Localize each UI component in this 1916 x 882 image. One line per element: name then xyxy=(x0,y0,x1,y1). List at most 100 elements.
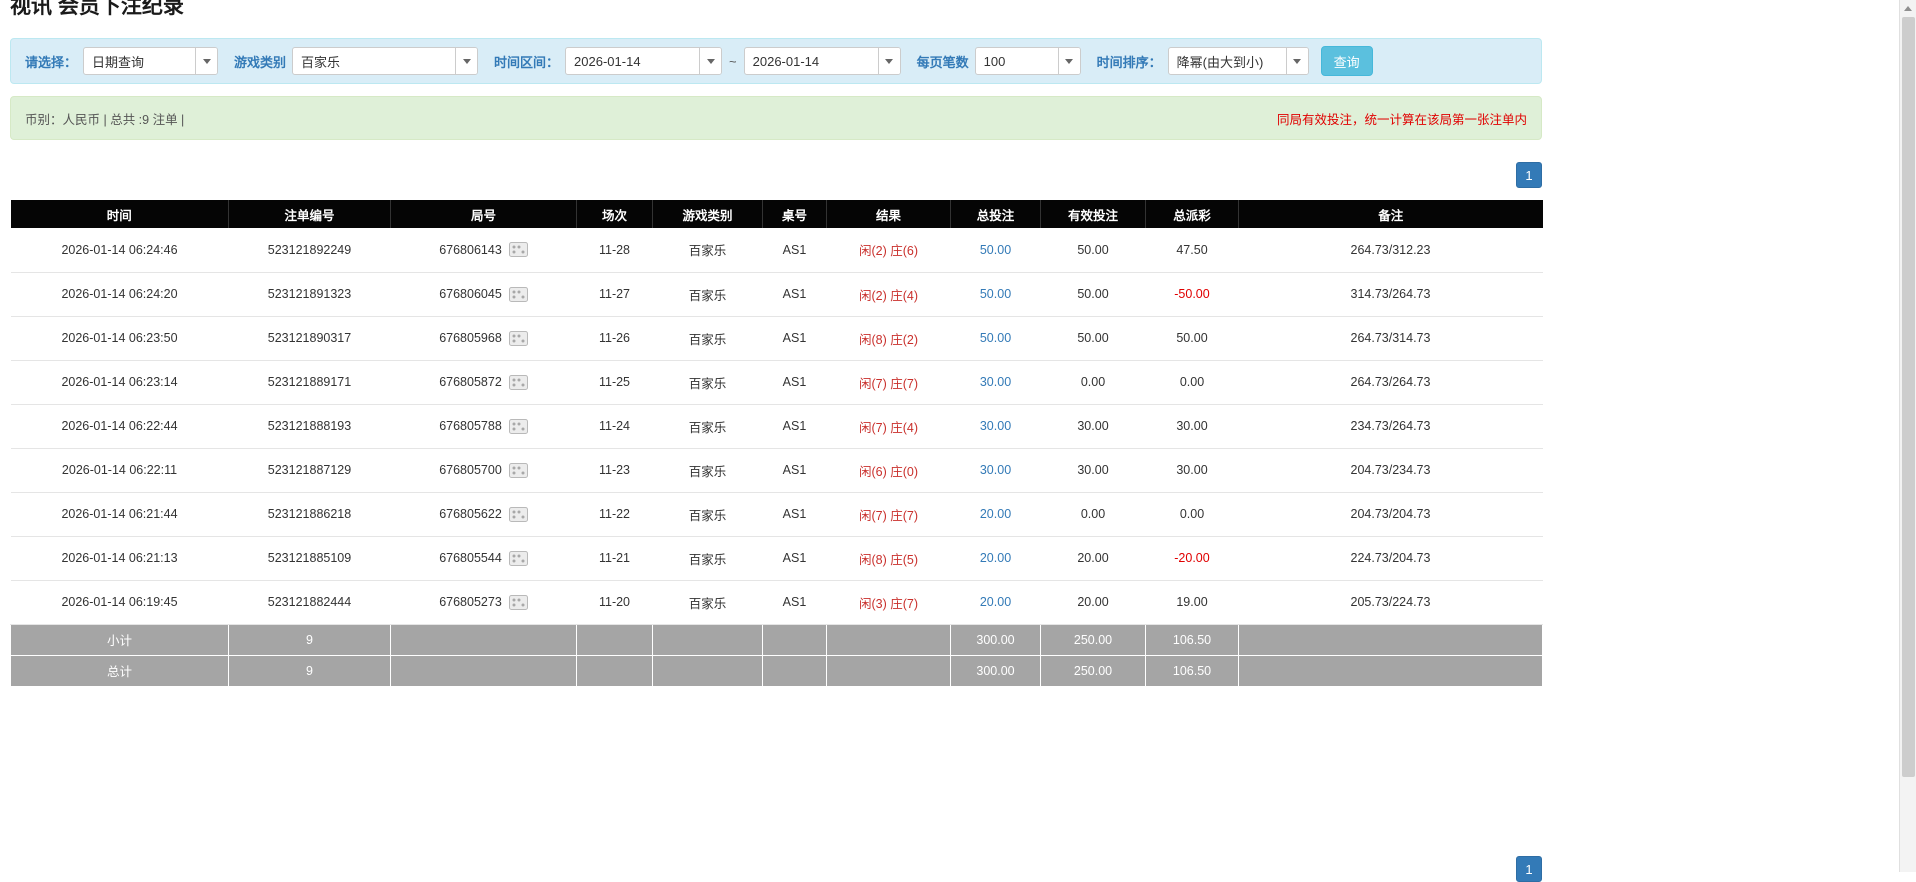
cell-game-type: 百家乐 xyxy=(652,316,763,361)
cell-total-bet: 50.00 xyxy=(950,228,1041,273)
result-player: 闲(7) xyxy=(858,376,887,391)
header-time: 时间 xyxy=(10,200,229,228)
cell-time: 2026-01-14 06:22:11 xyxy=(10,448,229,493)
header-round-id: 局号 xyxy=(390,200,577,228)
cell-total-bet: 50.00 xyxy=(950,316,1041,361)
roadmap-grid-icon xyxy=(508,330,528,346)
cell-table-no: AS1 xyxy=(762,228,827,273)
scroll-up-button[interactable] xyxy=(1900,0,1916,17)
roadmap-grid-icon xyxy=(508,594,528,610)
cell-payout: 47.50 xyxy=(1145,228,1239,273)
roadmap-grid-icon xyxy=(508,286,528,302)
table-row: 2026-01-14 06:22:44 523121888193 676805788… xyxy=(10,404,1543,449)
query-type-select[interactable]: 日期查询 xyxy=(83,47,219,75)
empty-cell xyxy=(576,654,653,687)
cell-total-bet: 30.00 xyxy=(950,448,1041,493)
scrollbar-thumb[interactable] xyxy=(1902,17,1915,777)
cell-session: 11-23 xyxy=(576,448,653,493)
table-header-row: 时间 注单编号 局号 场次 游戏类别 桌号 结果 总投注 有效投注 总派彩 备注 xyxy=(10,200,1543,228)
table-body: 2026-01-14 06:24:46 523121892249 676806143… xyxy=(10,228,1543,625)
page-size-dropdown-toggle[interactable] xyxy=(1057,48,1080,74)
date-from-dropdown-toggle[interactable] xyxy=(699,48,722,74)
roadmap-icon-button[interactable] xyxy=(508,286,528,302)
cell-payout: 19.00 xyxy=(1145,580,1239,625)
cell-total-bet: 20.00 xyxy=(950,492,1041,537)
empty-cell xyxy=(826,623,951,656)
total-bet-link[interactable]: 50.00 xyxy=(980,243,1011,257)
roadmap-icon-button[interactable] xyxy=(508,374,528,390)
roadmap-icon-button[interactable] xyxy=(508,506,528,522)
table-row: 2026-01-14 06:21:13 523121885109 676805544… xyxy=(10,536,1543,581)
round-id-text: 676805700 xyxy=(439,463,502,477)
total-bet-link[interactable]: 50.00 xyxy=(980,331,1011,345)
cell-total-bet: 50.00 xyxy=(950,272,1041,317)
query-type-dropdown-toggle[interactable] xyxy=(195,48,218,74)
sort-dropdown-toggle[interactable] xyxy=(1285,48,1308,74)
date-to-dropdown-toggle[interactable] xyxy=(877,48,900,74)
game-type-dropdown-toggle[interactable] xyxy=(455,48,478,74)
empty-cell xyxy=(1238,623,1543,656)
cell-valid-bet: 0.00 xyxy=(1040,360,1146,405)
result-banker: 庄(2) xyxy=(890,332,919,347)
empty-cell xyxy=(826,654,951,687)
roadmap-icon-button[interactable] xyxy=(508,418,528,434)
cell-result: 闲(6) 庄(0) xyxy=(826,448,951,493)
page-button-top[interactable]: 1 xyxy=(1516,162,1542,188)
date-to-select[interactable]: 2026-01-14 xyxy=(743,47,901,75)
cell-time: 2026-01-14 06:23:14 xyxy=(10,360,229,405)
roadmap-icon-button[interactable] xyxy=(508,242,528,258)
roadmap-grid-icon xyxy=(508,550,528,566)
header-valid-bet: 有效投注 xyxy=(1040,200,1146,228)
page-size-select[interactable]: 100 xyxy=(974,47,1081,75)
chevron-down-icon xyxy=(1293,58,1302,64)
total-bet-link[interactable]: 50.00 xyxy=(980,287,1011,301)
cell-bet-id: 523121882444 xyxy=(228,580,391,625)
cell-bet-id: 523121889171 xyxy=(228,360,391,405)
result-player: 闲(2) xyxy=(858,244,887,259)
empty-cell xyxy=(390,623,577,656)
cell-payout: 0.00 xyxy=(1145,360,1239,405)
cell-bet-id: 523121890317 xyxy=(228,316,391,361)
roadmap-grid-icon xyxy=(508,506,528,522)
arrow-up-icon xyxy=(1904,6,1912,11)
range-separator: ~ xyxy=(729,53,737,69)
page-title-container: 视讯 会员下注纪录 xyxy=(10,0,1542,22)
empty-cell xyxy=(762,623,827,656)
total-bet-link[interactable]: 30.00 xyxy=(980,419,1011,433)
time-range-label: 时间区间： xyxy=(494,54,560,70)
summary-notice: 同局有效投注，统一计算在该局第一张注单内 xyxy=(1276,112,1527,127)
date-from-select[interactable]: 2026-01-14 xyxy=(565,47,723,75)
empty-cell xyxy=(576,623,653,656)
total-bet-link[interactable]: 20.00 xyxy=(980,595,1011,609)
page-button-bottom[interactable]: 1 xyxy=(1516,856,1542,882)
result-player: 闲(6) xyxy=(858,464,887,479)
game-type-select[interactable]: 百家乐 xyxy=(292,47,479,75)
total-bet-link[interactable]: 20.00 xyxy=(980,551,1011,565)
total-total-bet: 300.00 xyxy=(950,654,1041,687)
cell-round-id: 676806045 xyxy=(390,272,577,317)
roadmap-icon-button[interactable] xyxy=(508,550,528,566)
total-bet-link[interactable]: 20.00 xyxy=(980,507,1011,521)
roadmap-icon-button[interactable] xyxy=(508,462,528,478)
cell-valid-bet: 20.00 xyxy=(1040,536,1146,581)
result-banker: 庄(7) xyxy=(890,596,919,611)
total-bet-link[interactable]: 30.00 xyxy=(980,463,1011,477)
payout-value: 47.50 xyxy=(1176,242,1208,257)
cell-table-no: AS1 xyxy=(762,580,827,625)
roadmap-icon-button[interactable] xyxy=(508,330,528,346)
vertical-scrollbar[interactable] xyxy=(1899,0,1916,872)
header-session: 场次 xyxy=(576,200,653,228)
table-row: 2026-01-14 06:22:11 523121887129 676805700… xyxy=(10,448,1543,493)
cell-bet-id: 523121887129 xyxy=(228,448,391,493)
round-id-text: 676805544 xyxy=(439,551,502,565)
game-type-value: 百家乐 xyxy=(301,54,341,70)
total-bet-link[interactable]: 30.00 xyxy=(980,375,1011,389)
search-button[interactable]: 查询 xyxy=(1320,46,1373,76)
cell-table-no: AS1 xyxy=(762,272,827,317)
sort-select[interactable]: 降幂(由大到小) xyxy=(1167,47,1309,75)
roadmap-icon-button[interactable] xyxy=(508,594,528,610)
cell-payout: 50.00 xyxy=(1145,316,1239,361)
page-title: 视讯 会员下注纪录 xyxy=(10,0,184,18)
cell-payout: -20.00 xyxy=(1145,536,1239,581)
cell-valid-bet: 50.00 xyxy=(1040,228,1146,273)
